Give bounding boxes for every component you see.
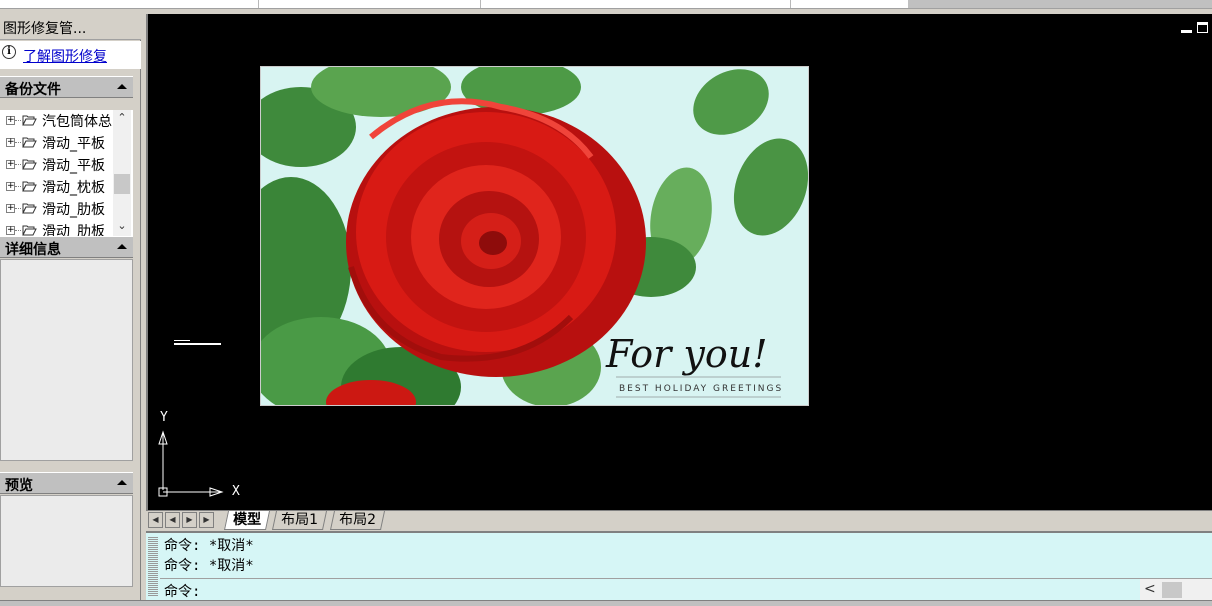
- expand-plus-icon[interactable]: +: [6, 160, 15, 169]
- minimize-icon[interactable]: [1180, 25, 1192, 33]
- tree-item[interactable]: + 滑动_枕板: [0, 176, 114, 198]
- tab-layout2[interactable]: 布局2: [329, 511, 385, 530]
- drawing-recovery-palette: 图形修复管... i 了解图形修复 备份文件 + 汽包筒体总 + 滑动_平板 +…: [0, 14, 141, 600]
- info-icon: i: [2, 45, 16, 59]
- restore-icon[interactable]: [1197, 22, 1208, 33]
- folder-open-icon: [22, 137, 37, 148]
- backup-files-header[interactable]: 备份文件: [0, 76, 133, 98]
- tree-item-label: 滑动_平板: [42, 158, 105, 174]
- drag-grip-icon[interactable]: [148, 536, 158, 596]
- tree-item[interactable]: + 汽包筒体总: [0, 110, 114, 132]
- expand-plus-icon[interactable]: +: [6, 116, 15, 125]
- tree-item[interactable]: + 滑动_肋板: [0, 198, 114, 220]
- image-caption-main: For you!: [605, 332, 768, 376]
- details-header[interactable]: 详细信息: [0, 236, 133, 258]
- folder-open-icon: [22, 203, 37, 214]
- tree-item-label: 滑动_肋板: [42, 202, 105, 218]
- expand-plus-icon[interactable]: +: [6, 204, 15, 213]
- status-bar: [0, 600, 1212, 606]
- command-scrollbar[interactable]: <: [1140, 578, 1212, 600]
- tab-model[interactable]: 模型: [223, 511, 271, 530]
- learn-link-row: i 了解图形修复: [0, 41, 141, 69]
- command-history-line: 命令: *取消*: [164, 558, 254, 574]
- details-title: 详细信息: [5, 242, 61, 258]
- last-tab-icon[interactable]: ▶: [199, 512, 214, 528]
- tree-item-label: 汽包筒体总: [42, 114, 112, 130]
- ucs-icon: Y X: [156, 410, 240, 500]
- learn-recovery-link[interactable]: 了解图形修复: [23, 46, 107, 66]
- drawing-line: [174, 340, 190, 341]
- drawing-canvas[interactable]: For you! BEST HOLIDAY GREETINGS Y X: [146, 14, 1212, 510]
- collapse-arrow-icon[interactable]: [117, 244, 127, 249]
- scroll-down-icon[interactable]: ⌄: [113, 218, 131, 234]
- toolbar-segment: [908, 0, 1212, 8]
- tree-item[interactable]: + 滑动_平板: [0, 154, 114, 176]
- scroll-left-icon[interactable]: <: [1144, 581, 1156, 597]
- command-history-line: 命令: *取消*: [164, 538, 254, 554]
- command-input[interactable]: 命令:: [160, 578, 1140, 600]
- folder-open-icon: [22, 181, 37, 192]
- tree-item-label: 滑动_平板: [42, 136, 105, 152]
- layout-tab-bar: ◀ ◀ ▶ ▶ 模型 布局1 布局2: [146, 510, 1212, 530]
- toolbar-separator: [480, 0, 481, 8]
- scroll-up-icon[interactable]: ⌃: [113, 110, 131, 126]
- rose-image: For you! BEST HOLIDAY GREETINGS: [261, 67, 808, 405]
- ucs-axes-icon: [158, 430, 224, 497]
- collapse-arrow-icon[interactable]: [117, 480, 127, 485]
- viewport-window-buttons: [1179, 22, 1208, 36]
- backup-file-tree: + 汽包筒体总 + 滑动_平板 + 滑动_平板 + 滑动_枕板 + 滑动_肋板 …: [0, 110, 133, 238]
- collapse-arrow-icon[interactable]: [117, 84, 127, 89]
- scroll-thumb[interactable]: [1162, 582, 1182, 598]
- toolbar-separator: [258, 0, 259, 8]
- command-prompt: 命令:: [164, 584, 201, 600]
- details-panel: [0, 259, 133, 461]
- next-tab-icon[interactable]: ▶: [182, 512, 197, 528]
- expand-plus-icon[interactable]: +: [6, 138, 15, 147]
- toolbar-separator: [790, 0, 791, 8]
- raster-image-rose[interactable]: For you! BEST HOLIDAY GREETINGS: [260, 66, 809, 406]
- preview-header[interactable]: 预览: [0, 472, 133, 494]
- prev-tab-icon[interactable]: ◀: [165, 512, 180, 528]
- folder-open-icon: [22, 115, 37, 126]
- first-tab-icon[interactable]: ◀: [148, 512, 163, 528]
- folder-open-icon: [22, 225, 37, 236]
- tree-scrollbar[interactable]: ⌃ ⌄: [113, 110, 131, 238]
- tab-layout1[interactable]: 布局1: [271, 511, 327, 530]
- tree-item-label: 滑动_枕板: [42, 180, 105, 196]
- ucs-x-label: X: [232, 484, 240, 499]
- palette-title[interactable]: 图形修复管...: [0, 14, 141, 40]
- scroll-thumb[interactable]: [114, 174, 130, 194]
- image-caption-sub: BEST HOLIDAY GREETINGS: [619, 384, 783, 394]
- folder-open-icon: [22, 159, 37, 170]
- preview-title: 预览: [5, 478, 33, 494]
- command-window: 命令: *取消* 命令: *取消* 命令: <: [146, 531, 1212, 600]
- toolbar-strip: [0, 0, 1212, 9]
- drawing-line: [174, 343, 221, 345]
- backup-files-title: 备份文件: [5, 82, 61, 98]
- expand-plus-icon[interactable]: +: [6, 182, 15, 191]
- tree-item[interactable]: + 滑动_平板: [0, 132, 114, 154]
- preview-panel: [0, 495, 133, 587]
- expand-plus-icon[interactable]: +: [6, 226, 15, 235]
